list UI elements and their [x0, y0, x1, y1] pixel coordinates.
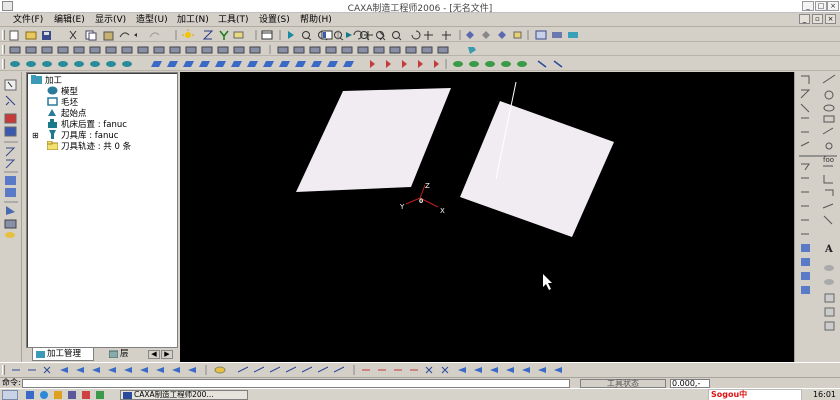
tree-tabs: 加工管理 层 ◀ ▶ [26, 348, 178, 361]
layer-tab-icon [109, 350, 118, 358]
axis-y-label: Y [399, 203, 405, 211]
coordinate-readout: 0.000,- [670, 379, 710, 388]
svg-text:foo: foo [823, 156, 834, 164]
start-button[interactable] [2, 390, 18, 400]
tab-scroll-right[interactable]: ▶ [161, 350, 173, 359]
surface-patch-2[interactable] [460, 101, 614, 237]
tree-node-label: 刀具库 : fanuc [61, 131, 119, 141]
tree-node-start-point[interactable]: 起始点 [47, 108, 87, 119]
menu-model[interactable]: 造型(U) [134, 14, 170, 26]
toolbar-grip [2, 45, 5, 54]
axis-origin-label: 0 [419, 198, 423, 205]
axis-x-label: X [440, 207, 445, 215]
folder-icon [46, 140, 59, 151]
machining-tab-icon [36, 351, 45, 358]
tree-node-label: 刀具轨迹 : 共 0 条 [61, 142, 132, 152]
machine-tool-icon [47, 119, 58, 128]
tree-node-toolpaths[interactable]: 刀具轨迹 : 共 0 条 [46, 140, 132, 152]
cutting-tool-icon [47, 130, 58, 139]
close-button[interactable]: × [827, 1, 839, 11]
menu-file[interactable]: 文件(F) [11, 14, 45, 26]
command-label: 命令: [2, 378, 21, 387]
machining-toolbar [0, 57, 840, 71]
toolbar-grip [2, 59, 5, 69]
taskbar-app-button[interactable]: CAXA制造工程师200... [120, 390, 248, 400]
tree-node-label: 毛坯 [61, 98, 79, 108]
tree-root-label: 加工 [45, 76, 63, 86]
tree-root-machining[interactable]: 加工 [31, 75, 62, 86]
document-window-controls: _ ▫ × [799, 14, 836, 24]
viewport-scene: Z Y X 0 [296, 81, 614, 290]
doc-minimize-button[interactable]: _ [799, 14, 810, 24]
menu-machining[interactable]: 加工(N) [175, 14, 211, 26]
system-tray: Sogou中 16:01 [708, 389, 840, 400]
doc-close-button[interactable]: × [825, 14, 836, 24]
view-toolbar-icons[interactable] [320, 29, 600, 41]
expand-toggle[interactable]: ⊞ [32, 130, 39, 141]
menu-edit[interactable]: 编辑(E) [52, 14, 87, 26]
standard-toolbar [0, 28, 840, 42]
tree-node-label: 模型 [61, 87, 79, 97]
start-point-icon [47, 108, 58, 117]
left-vertical-toolbar [0, 72, 22, 372]
graphics-viewport[interactable]: Z Y X 0 [180, 72, 794, 362]
quick-launch-icons[interactable] [24, 390, 114, 400]
app-window: CAXA制造工程师2006 - [无名文件] _ □ × 文件(F) 编辑(E)… [0, 0, 840, 400]
tree-node-model[interactable]: 模型 [47, 86, 78, 97]
modeling-toolbar-icons[interactable] [8, 44, 498, 55]
tree-node-post-processor[interactable]: 机床后置 : fanuc [47, 119, 127, 130]
menu-settings[interactable]: 设置(S) [257, 14, 292, 26]
tab-label: 加工管理 [47, 349, 82, 359]
machining-tree: 加工 模型 毛坯 起始点 机床后置 : fanuc ⊞ 刀具库 : fanuc … [26, 72, 178, 348]
taskbar: CAXA制造工程师200... Sogou中 16:01 [0, 388, 840, 400]
tree-node-label: 机床后置 : fanuc [61, 120, 127, 130]
tool-status: 工具状态 [580, 379, 666, 388]
toolbar-grip [2, 30, 5, 40]
modeling-toolbar [0, 43, 840, 56]
model-icon [47, 86, 58, 95]
menu-help[interactable]: 帮助(H) [298, 14, 334, 26]
taskbar-app-label: CAXA制造工程师200... [134, 390, 214, 399]
tab-label: 层 [120, 349, 129, 359]
menu-view[interactable]: 显示(V) [93, 14, 128, 26]
menu-bar: 文件(F) 编辑(E) 显示(V) 造型(U) 加工(N) 工具(T) 设置(S… [0, 13, 840, 27]
machining-toolbar-icons[interactable] [8, 58, 598, 70]
command-input[interactable] [22, 379, 570, 388]
bottom-toolbar [0, 362, 840, 377]
clock: 16:01 [812, 390, 836, 399]
doc-restore-button[interactable]: ▫ [812, 14, 823, 24]
mouse-cursor-icon [543, 274, 552, 290]
stock-icon [47, 97, 58, 106]
surface-patch-1[interactable] [296, 88, 451, 192]
right-vertical-toolbar: foo A [794, 72, 840, 362]
bottom-toolbar-icons[interactable] [10, 364, 610, 376]
menu-tools[interactable]: 工具(T) [216, 14, 251, 26]
tab-machining-manager[interactable]: 加工管理 [32, 348, 94, 361]
app-task-icon [123, 392, 132, 399]
tab-scroll-left[interactable]: ◀ [148, 350, 160, 359]
left-toolbar-icons[interactable] [0, 72, 22, 372]
title-bar: CAXA制造工程师2006 - [无名文件] _ □ × [0, 0, 840, 14]
toolbar-grip [2, 365, 5, 375]
maximize-button[interactable]: □ [815, 1, 827, 11]
tree-node-label: 起始点 [61, 109, 87, 119]
command-bar: 命令: 工具状态 0.000,- [0, 377, 840, 388]
minimize-button[interactable]: _ [802, 1, 814, 11]
tab-layer[interactable]: 层 [106, 348, 142, 361]
machining-folder-icon [31, 75, 42, 84]
axis-z-label: Z [425, 182, 430, 190]
svg-text:A: A [824, 244, 833, 255]
tree-node-stock[interactable]: 毛坯 [47, 97, 78, 108]
tree-node-tool-library[interactable]: 刀具库 : fanuc [47, 130, 118, 141]
ime-indicator[interactable]: Sogou中 [708, 389, 802, 400]
right-toolbar-icons[interactable]: foo A [795, 72, 840, 362]
